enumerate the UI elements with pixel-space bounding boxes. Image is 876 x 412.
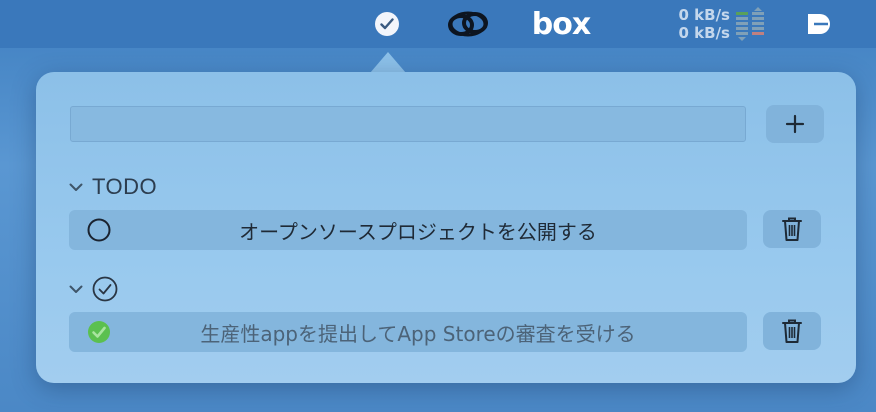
task-text: 生産性appを提出してApp Storeの審査を受ける [200,321,636,346]
popover-arrow [370,52,406,73]
todo-popover: TODO オープンソースプロジェクトを公開する 生産性appを提出してApp S… [36,72,856,383]
network-activity-meter-icon[interactable] [730,0,770,48]
unchecked-circle-icon[interactable] [87,218,111,242]
section-title: TODO [92,174,158,199]
network-monitor[interactable]: 0 kB/s 0 kB/s [660,0,730,48]
trash-icon [782,217,802,241]
chevron-down-icon[interactable] [66,279,86,299]
task-row[interactable]: 生産性appを提出してApp Storeの審査を受ける [69,312,747,352]
creative-cloud-icon[interactable] [444,0,492,48]
chevron-down-icon[interactable] [66,177,86,197]
upload-rate: 0 kB/s [678,6,730,24]
delete-task-button[interactable] [763,312,821,350]
task-row[interactable]: オープンソースプロジェクトを公開する [69,210,747,250]
checked-circle-icon[interactable] [87,320,111,344]
menu-bar: box 0 kB/s 0 kB/s [0,0,876,48]
d-app-icon[interactable] [802,0,838,48]
todo-checkmark-icon[interactable] [375,12,399,36]
completed-checkmark-icon [92,276,118,302]
completed-section-header[interactable] [66,274,118,304]
new-task-input[interactable] [70,106,746,142]
add-task-button[interactable] [766,105,824,143]
box-logo[interactable]: box [528,0,594,48]
task-text: オープンソースプロジェクトを公開する [239,219,597,244]
trash-icon [782,319,802,343]
plus-icon [785,114,805,134]
todo-section-header[interactable]: TODO [66,172,157,202]
todo-menubar-item[interactable] [372,0,402,48]
delete-task-button[interactable] [763,210,821,248]
download-rate: 0 kB/s [678,24,730,42]
